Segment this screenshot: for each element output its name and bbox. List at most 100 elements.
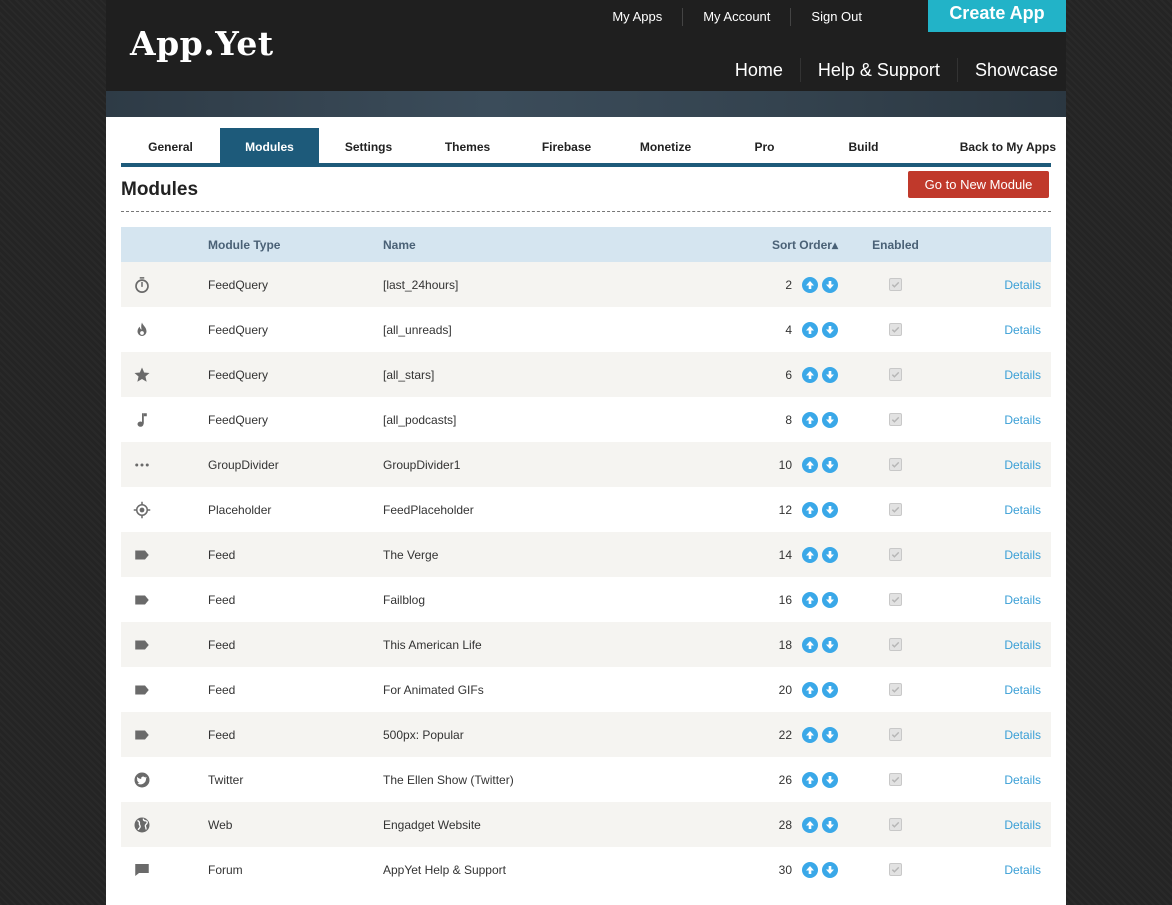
move-down-icon[interactable] [822, 726, 838, 743]
module-name: 500px: Popular [383, 727, 464, 742]
go-to-new-module-button[interactable]: Go to New Module [908, 171, 1049, 198]
enabled-checkbox[interactable] [889, 413, 902, 426]
tab-settings[interactable]: Settings [319, 128, 418, 163]
move-up-icon[interactable] [802, 681, 818, 698]
sort-order-value: 2 [785, 277, 792, 292]
details-link[interactable]: Details [953, 593, 1051, 607]
details-link[interactable]: Details [953, 638, 1051, 652]
module-type: Web [208, 817, 233, 832]
chat-bubble-icon [133, 861, 151, 879]
dots-icon [133, 456, 151, 474]
move-up-icon[interactable] [802, 456, 818, 473]
details-link[interactable]: Details [953, 503, 1051, 517]
details-link[interactable]: Details [953, 458, 1051, 472]
details-link[interactable]: Details [953, 683, 1051, 697]
module-name: Engadget Website [383, 817, 481, 832]
details-link[interactable]: Details [953, 773, 1051, 787]
tab-general[interactable]: General [121, 128, 220, 163]
move-down-icon[interactable] [822, 816, 838, 833]
enabled-checkbox[interactable] [889, 728, 902, 741]
sign-out-link[interactable]: Sign Out [790, 8, 882, 26]
move-up-icon[interactable] [802, 501, 818, 518]
move-down-icon[interactable] [822, 276, 838, 293]
enabled-checkbox[interactable] [889, 548, 902, 561]
enabled-checkbox[interactable] [889, 863, 902, 876]
my-apps-link[interactable]: My Apps [592, 8, 682, 26]
enabled-checkbox[interactable] [889, 818, 902, 831]
nav-help-support[interactable]: Help & Support [799, 58, 957, 82]
enabled-checkbox[interactable] [889, 503, 902, 516]
sort-order-value: 10 [778, 457, 792, 472]
crosshair-icon [133, 501, 151, 519]
details-link[interactable]: Details [953, 323, 1051, 337]
move-up-icon[interactable] [802, 771, 818, 788]
move-up-icon[interactable] [802, 411, 818, 428]
enabled-checkbox[interactable] [889, 368, 902, 381]
details-link[interactable]: Details [953, 548, 1051, 562]
top-links: My Apps My Account Sign Out [592, 8, 882, 26]
move-up-icon[interactable] [802, 726, 818, 743]
move-down-icon[interactable] [822, 501, 838, 518]
move-up-icon[interactable] [802, 861, 818, 878]
enabled-checkbox[interactable] [889, 593, 902, 606]
enabled-checkbox[interactable] [889, 458, 902, 471]
sort-order-value: 14 [778, 547, 792, 562]
move-down-icon[interactable] [822, 546, 838, 563]
details-link[interactable]: Details [953, 863, 1051, 877]
nav-home[interactable]: Home [718, 58, 800, 82]
details-link[interactable]: Details [953, 728, 1051, 742]
enabled-checkbox[interactable] [889, 683, 902, 696]
move-down-icon[interactable] [822, 591, 838, 608]
module-type: Forum [208, 862, 243, 877]
enabled-checkbox[interactable] [889, 323, 902, 336]
move-up-icon[interactable] [802, 276, 818, 293]
tab-firebase[interactable]: Firebase [517, 128, 616, 163]
move-up-icon[interactable] [802, 366, 818, 383]
details-link[interactable]: Details [953, 368, 1051, 382]
move-down-icon[interactable] [822, 636, 838, 653]
header-sort-order[interactable]: Sort Order▴ [743, 238, 838, 252]
globe-icon [133, 816, 151, 834]
move-up-icon[interactable] [802, 591, 818, 608]
move-up-icon[interactable] [802, 321, 818, 338]
back-to-my-apps-link[interactable]: Back to My Apps [913, 128, 1056, 163]
move-up-icon[interactable] [802, 636, 818, 653]
tag-icon [133, 681, 151, 699]
tab-themes[interactable]: Themes [418, 128, 517, 163]
header-module-type[interactable]: Module Type [208, 238, 383, 252]
header-enabled[interactable]: Enabled [838, 238, 953, 252]
nav-showcase[interactable]: Showcase [956, 58, 1058, 82]
tag-icon [133, 636, 151, 654]
header-name[interactable]: Name [383, 238, 743, 252]
sort-order-value: 16 [778, 592, 792, 607]
tab-modules[interactable]: Modules [220, 128, 319, 163]
module-type: FeedQuery [208, 277, 269, 292]
tab-monetize[interactable]: Monetize [616, 128, 715, 163]
enabled-checkbox[interactable] [889, 638, 902, 651]
my-account-link[interactable]: My Account [682, 8, 790, 26]
move-down-icon[interactable] [822, 411, 838, 428]
enabled-checkbox[interactable] [889, 773, 902, 786]
page: App.Yet My Apps My Account Sign Out Crea… [106, 0, 1066, 905]
move-down-icon[interactable] [822, 681, 838, 698]
flame-icon [133, 321, 151, 339]
move-down-icon[interactable] [822, 321, 838, 338]
create-app-button[interactable]: Create App [928, 0, 1066, 32]
tab-pro[interactable]: Pro [715, 128, 814, 163]
move-up-icon[interactable] [802, 816, 818, 833]
move-down-icon[interactable] [822, 771, 838, 788]
enabled-checkbox[interactable] [889, 278, 902, 291]
move-down-icon[interactable] [822, 861, 838, 878]
move-up-icon[interactable] [802, 546, 818, 563]
table-row: Placeholder FeedPlaceholder 12 Details [121, 487, 1051, 532]
details-link[interactable]: Details [953, 278, 1051, 292]
move-down-icon[interactable] [822, 366, 838, 383]
details-link[interactable]: Details [953, 818, 1051, 832]
logo[interactable]: App.Yet [130, 24, 274, 63]
sort-order-value: 18 [778, 637, 792, 652]
table-row: Twitter The Ellen Show (Twitter) 26 Details [121, 757, 1051, 802]
move-down-icon[interactable] [822, 456, 838, 473]
table-body: FeedQuery [last_24hours] 2 Details FeedQuery… [121, 262, 1051, 892]
details-link[interactable]: Details [953, 413, 1051, 427]
tab-build[interactable]: Build [814, 128, 913, 163]
